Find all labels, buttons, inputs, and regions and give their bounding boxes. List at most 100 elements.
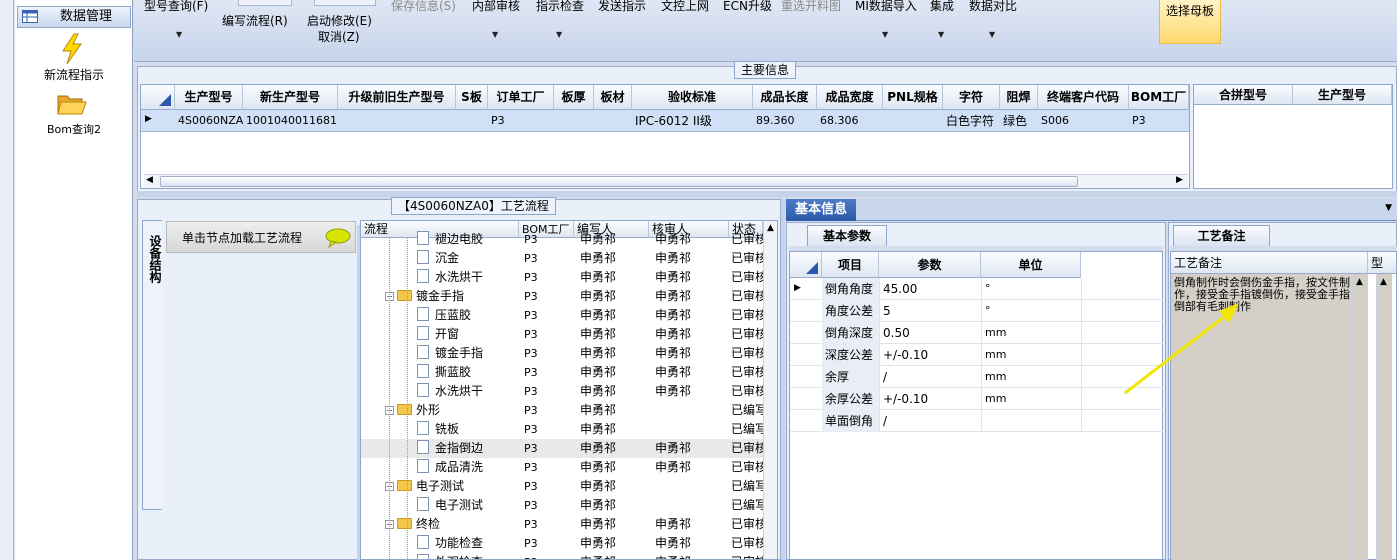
col-header[interactable]: 参数: [879, 252, 981, 278]
tree-node-name-cell[interactable]: 铣板: [361, 420, 519, 439]
side-tab-equipment-structure[interactable]: 设备结构: [142, 220, 162, 510]
cell[interactable]: 已编写: [731, 496, 763, 515]
col-header[interactable]: 升级前旧生产型号: [338, 85, 456, 110]
tree-node[interactable]: 褪边电胶P3申勇祁申勇祁已审核: [361, 230, 777, 249]
tab-basic-params[interactable]: 基本参数: [807, 225, 887, 247]
col-header[interactable]: 新生产型号: [243, 85, 338, 110]
col-header[interactable]: 工艺备注: [1171, 252, 1368, 274]
tree-node[interactable]: 开窗P3申勇祁申勇祁已审核: [361, 325, 777, 344]
col-header[interactable]: 生产型号: [175, 85, 243, 110]
table-row[interactable]: 深度公差 +/-0.10 mm: [790, 344, 1164, 366]
col-header[interactable]: BOM工厂: [1129, 85, 1189, 110]
toolbar-button-top-fragment-2[interactable]: [314, 0, 376, 6]
left-collapse-strip[interactable]: [0, 0, 14, 560]
cell[interactable]: P3: [524, 401, 574, 420]
col-header[interactable]: 成品宽度: [817, 85, 883, 110]
col-header[interactable]: 成品长度: [753, 85, 817, 110]
cell[interactable]: 已编写: [731, 420, 763, 439]
cell[interactable]: [338, 110, 456, 132]
param-value-cell[interactable]: /: [879, 410, 981, 432]
cell[interactable]: P3: [524, 382, 574, 401]
col-header[interactable]: 单位: [981, 252, 1081, 278]
cell[interactable]: IPC-6012 II级: [632, 110, 753, 132]
cell[interactable]: P3: [524, 268, 574, 287]
param-value-cell[interactable]: /: [879, 366, 981, 388]
cell[interactable]: P3: [524, 344, 574, 363]
param-value-cell[interactable]: 5: [879, 300, 981, 322]
tree-node-name-cell[interactable]: 水洗烘干: [361, 268, 519, 287]
remark-scrollbar-2[interactable]: ▲: [1376, 274, 1392, 560]
tree-node[interactable]: 铣板 P3 申勇祁 已编写: [361, 420, 777, 439]
cell[interactable]: [554, 110, 594, 132]
col-header[interactable]: 板厚: [554, 85, 594, 110]
cell[interactable]: 申勇祁: [655, 344, 729, 363]
cell[interactable]: 申勇祁: [580, 553, 650, 559]
param-unit-cell[interactable]: mm: [981, 388, 1081, 410]
cell[interactable]: 申勇祁: [655, 325, 729, 344]
cell[interactable]: 申勇祁: [580, 363, 650, 382]
tree-node-name-cell[interactable]: 压蓝胶: [361, 306, 519, 325]
tab-process-remark[interactable]: 工艺备注: [1173, 225, 1270, 247]
cell[interactable]: [655, 477, 729, 496]
cell[interactable]: 已审核: [731, 515, 763, 534]
tree-node[interactable]: 压蓝胶P3申勇祁申勇祁已审核: [361, 306, 777, 325]
cell[interactable]: 申勇祁: [580, 325, 650, 344]
cell[interactable]: 申勇祁: [655, 287, 729, 306]
tree-node-name-cell[interactable]: 镀金手指: [361, 344, 519, 363]
cell[interactable]: 已审核: [731, 458, 763, 477]
cell[interactable]: 申勇祁: [655, 382, 729, 401]
col-header[interactable]: 项目: [822, 252, 879, 278]
cell[interactable]: 已审核: [731, 534, 763, 553]
table-row[interactable]: 余厚 / mm: [790, 366, 1164, 388]
scroll-left-icon[interactable]: ◀: [146, 175, 153, 185]
cell[interactable]: 申勇祁: [580, 534, 650, 553]
tree-node[interactable]: 成品清洗P3申勇祁申勇祁已审核: [361, 458, 777, 477]
cell[interactable]: 申勇祁: [580, 420, 650, 439]
cell[interactable]: [655, 496, 729, 515]
chevron-down-icon[interactable]: ▼: [938, 30, 944, 39]
tree-node[interactable]: 电子测试 P3 申勇祁 已编写: [361, 496, 777, 515]
scroll-right-icon[interactable]: ▶: [1176, 175, 1183, 185]
cell[interactable]: 申勇祁: [580, 515, 650, 534]
cell[interactable]: P3: [524, 363, 574, 382]
cell[interactable]: 申勇祁: [580, 477, 650, 496]
cell[interactable]: P3: [524, 515, 574, 534]
cell[interactable]: 申勇祁: [580, 382, 650, 401]
cell[interactable]: 已编写: [731, 401, 763, 420]
remark-scrollbar[interactable]: ▲: [1352, 274, 1368, 560]
tree-node-name-cell[interactable]: 功能检查: [361, 534, 519, 553]
param-unit-cell[interactable]: °: [981, 278, 1081, 300]
cell[interactable]: 申勇祁: [655, 363, 729, 382]
scroll-up-icon[interactable]: ▲: [767, 223, 774, 233]
table-row[interactable]: ▶ 倒角角度 45.00 °: [790, 278, 1164, 300]
cell[interactable]: P3: [524, 553, 574, 559]
cell[interactable]: 已审核: [731, 249, 763, 268]
write-flow-button[interactable]: 编写流程(R): [222, 12, 288, 29]
cell[interactable]: [594, 110, 632, 132]
data-compare-button[interactable]: 数据对比: [969, 0, 1017, 14]
scroll-up-icon[interactable]: ▲: [1380, 277, 1387, 287]
tree-node-name-cell[interactable]: 成品清洗: [361, 458, 519, 477]
vertical-scrollbar[interactable]: ▲: [763, 221, 777, 559]
param-unit-cell[interactable]: [981, 410, 1081, 432]
cell[interactable]: [883, 110, 943, 132]
tree-node-name-cell[interactable]: 水洗烘干: [361, 382, 519, 401]
scrollbar-thumb[interactable]: [160, 176, 1078, 187]
chevron-down-icon[interactable]: ▼: [882, 30, 888, 39]
tree-node-name-cell[interactable]: − 电子测试: [361, 477, 519, 496]
table-row[interactable]: 余厚公差 +/-0.10 mm: [790, 388, 1164, 410]
cell[interactable]: 申勇祁: [580, 401, 650, 420]
cell[interactable]: P3: [524, 534, 574, 553]
cell[interactable]: P3: [1129, 110, 1189, 132]
table-row[interactable]: 角度公差 5 °: [790, 300, 1164, 322]
table-row[interactable]: 单面倒角 /: [790, 410, 1164, 432]
tree-node-name-cell[interactable]: 金指倒边: [361, 439, 519, 458]
chevron-down-icon[interactable]: ▼: [176, 30, 182, 39]
tree-node[interactable]: 水洗烘干P3申勇祁申勇祁已审核: [361, 268, 777, 287]
tree-node-name-cell[interactable]: 开窗: [361, 325, 519, 344]
cell[interactable]: P3: [524, 306, 574, 325]
horizontal-splitter[interactable]: [137, 191, 1397, 197]
cell[interactable]: 申勇祁: [655, 268, 729, 287]
tree-node-name-cell[interactable]: 褪边电胶: [361, 230, 519, 249]
tree-node[interactable]: 沉金P3申勇祁申勇祁已审核: [361, 249, 777, 268]
